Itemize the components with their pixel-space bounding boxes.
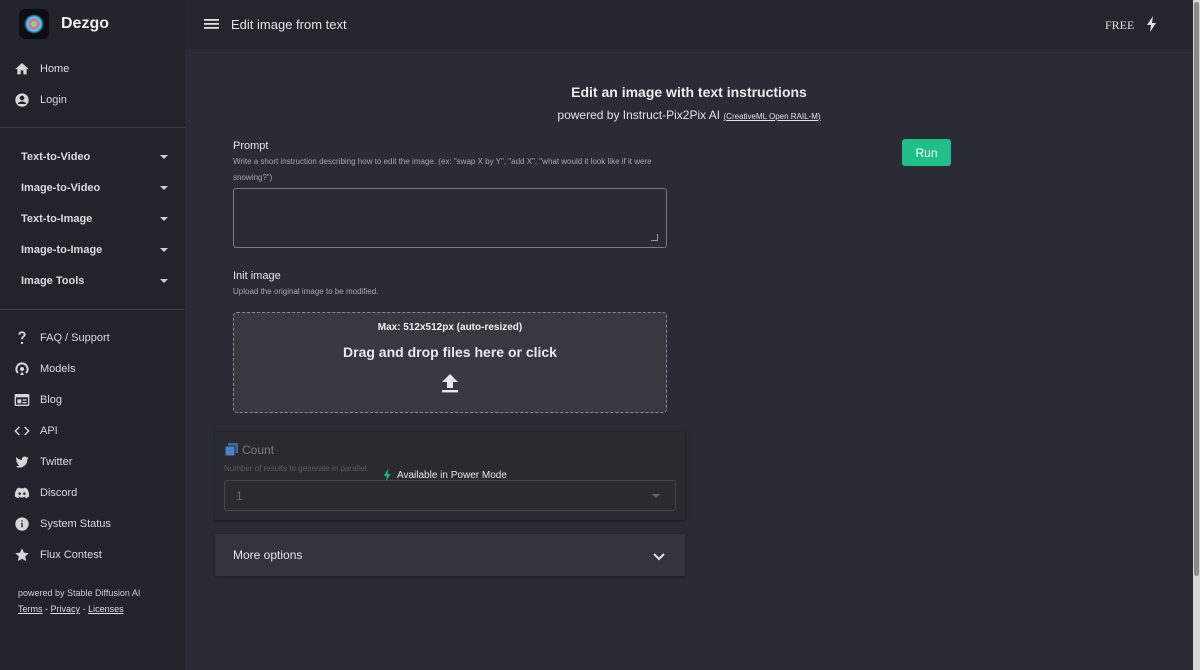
sidebar-footer: powered by Stable Diffusion AI Terms - P… [18, 585, 140, 617]
separator: - [82, 604, 86, 614]
caret-down-icon [160, 247, 168, 252]
sidebar-item-label: Text-to-Video [21, 150, 91, 163]
sidebar-item-system-status[interactable]: System Status [0, 508, 185, 539]
star-icon [13, 546, 31, 564]
privacy-link[interactable]: Privacy [51, 604, 81, 614]
sidebar-item-label: FAQ / Support [40, 331, 110, 344]
caret-down-icon [160, 185, 168, 190]
upload-icon [442, 374, 458, 399]
sidebar-item-flux-contest[interactable]: Flux Contest [0, 539, 185, 570]
count-value: 1 [236, 489, 243, 503]
sidebar-item-home[interactable]: Home [0, 53, 185, 84]
sidebar-item-label: Models [40, 362, 76, 375]
page-title: Edit image from text [231, 17, 347, 32]
count-card: Count Number of results to generate in p… [215, 432, 685, 520]
info-icon [13, 515, 31, 533]
power-mode-notice[interactable]: Available in Power Mode [383, 468, 507, 482]
prompt-label: Prompt [233, 140, 269, 152]
account-icon [13, 91, 31, 109]
scrollbar-thumb[interactable] [1194, 2, 1199, 576]
sidebar-item-twitter[interactable]: Twitter [0, 446, 185, 477]
plan-badge[interactable]: FREE [1105, 18, 1134, 33]
init-image-hint: Upload the original image to be modified… [233, 287, 379, 296]
subheading: powered by Instruct-Pix2Pix AI (Creative… [185, 108, 1193, 122]
caret-down-icon [160, 154, 168, 159]
power-mode-label: Available in Power Mode [397, 469, 507, 481]
sidebar-item-faq[interactable]: FAQ / Support [0, 322, 185, 353]
caret-down-icon [160, 278, 168, 283]
sidebar-item-label: Home [40, 62, 70, 75]
brand[interactable]: Dezgo [19, 9, 109, 39]
category-nav: Text-to-Video Image-to-Video Text-to-Ima… [0, 141, 185, 296]
code-icon [13, 422, 31, 440]
hamburger-menu-icon[interactable] [204, 17, 219, 36]
count-hint: Number of results to generate in paralle… [224, 464, 367, 473]
sidebar-item-image-to-video[interactable]: Image-to-Video [0, 172, 185, 203]
dezgo-logo [19, 9, 49, 39]
count-select[interactable]: 1 [224, 480, 676, 511]
count-label: Count [242, 443, 275, 457]
sidebar-item-image-tools[interactable]: Image Tools [0, 265, 185, 296]
sidebar-item-label: Image Tools [21, 274, 85, 287]
more-options-panel[interactable]: More options [215, 534, 685, 576]
question-icon [13, 329, 31, 347]
primary-nav: Home Login [0, 53, 185, 115]
sidebar-item-label: Image-to-Video [21, 181, 101, 194]
sidebar-item-discord[interactable]: Discord [0, 477, 185, 508]
sidebar-item-api[interactable]: API [0, 415, 185, 446]
license-close: ) [817, 112, 821, 121]
sidebar-item-label: Image-to-Image [21, 243, 103, 256]
chevron-down-icon [653, 549, 665, 567]
separator: - [45, 604, 49, 614]
home-icon [13, 60, 31, 78]
top-bar: Edit image from text FREE [185, 0, 1193, 49]
sidebar-item-label: Blog [40, 393, 63, 406]
models-icon [13, 360, 31, 378]
run-button[interactable]: Run [902, 139, 951, 166]
main-heading: Edit an image with text instructions [571, 84, 807, 100]
sidebar-item-label: Text-to-Image [21, 212, 93, 225]
sidebar-item-models[interactable]: Models [0, 353, 185, 384]
sidebar-divider [0, 309, 185, 310]
sidebar-item-login[interactable]: Login [0, 84, 185, 115]
terms-link[interactable]: Terms [18, 604, 43, 614]
sidebar-item-label: Flux Contest [40, 548, 102, 561]
bolt-icon[interactable] [1146, 16, 1158, 37]
secondary-nav: FAQ / Support Models Blog API Twitter Di… [0, 322, 185, 570]
discord-icon [13, 484, 31, 502]
dropzone-max-size: Max: 512x512px (auto-resized) [377, 322, 523, 333]
blog-icon [13, 391, 31, 409]
sidebar-item-label: System Status [40, 517, 111, 530]
sidebar-item-text-to-image[interactable]: Text-to-Image [0, 203, 185, 234]
license-link[interactable]: CreativeML Open RAIL-M [726, 112, 818, 121]
powered-by-text: powered by Stable Diffusion AI [18, 588, 141, 598]
sidebar-item-blog[interactable]: Blog [0, 384, 185, 415]
sidebar-item-label: Discord [40, 486, 78, 499]
sidebar-item-label: Twitter [40, 455, 73, 468]
caret-down-icon [652, 494, 660, 498]
image-dropzone[interactable]: Max: 512x512px (auto-resized) Drag and d… [233, 312, 667, 413]
sidebar-item-image-to-image[interactable]: Image-to-Image [0, 234, 185, 265]
more-options-label: More options [233, 548, 303, 562]
count-icon [224, 443, 238, 461]
sidebar-item-label: Login [40, 93, 67, 106]
sidebar-divider [0, 127, 185, 128]
powered-by-text: powered by Instruct-Pix2Pix AI [557, 108, 721, 122]
bolt-icon [383, 469, 391, 481]
dropzone-instruction: Drag and drop files here or click [343, 344, 557, 360]
brand-name: Dezgo [61, 15, 109, 32]
init-image-label: Init image [233, 270, 281, 282]
legal-links: Terms - Privacy - Licenses [18, 601, 140, 617]
licenses-link[interactable]: Licenses [88, 604, 124, 614]
prompt-hint: Write a short instruction describing how… [233, 157, 652, 182]
sidebar: Dezgo Home Login Text-to-Video Image-to-… [0, 0, 185, 670]
prompt-textarea[interactable] [233, 188, 667, 248]
sidebar-item-label: API [40, 424, 58, 437]
twitter-icon [13, 453, 31, 471]
caret-down-icon [160, 216, 168, 221]
resize-handle-icon[interactable] [651, 234, 658, 241]
sidebar-item-text-to-video[interactable]: Text-to-Video [0, 141, 185, 172]
